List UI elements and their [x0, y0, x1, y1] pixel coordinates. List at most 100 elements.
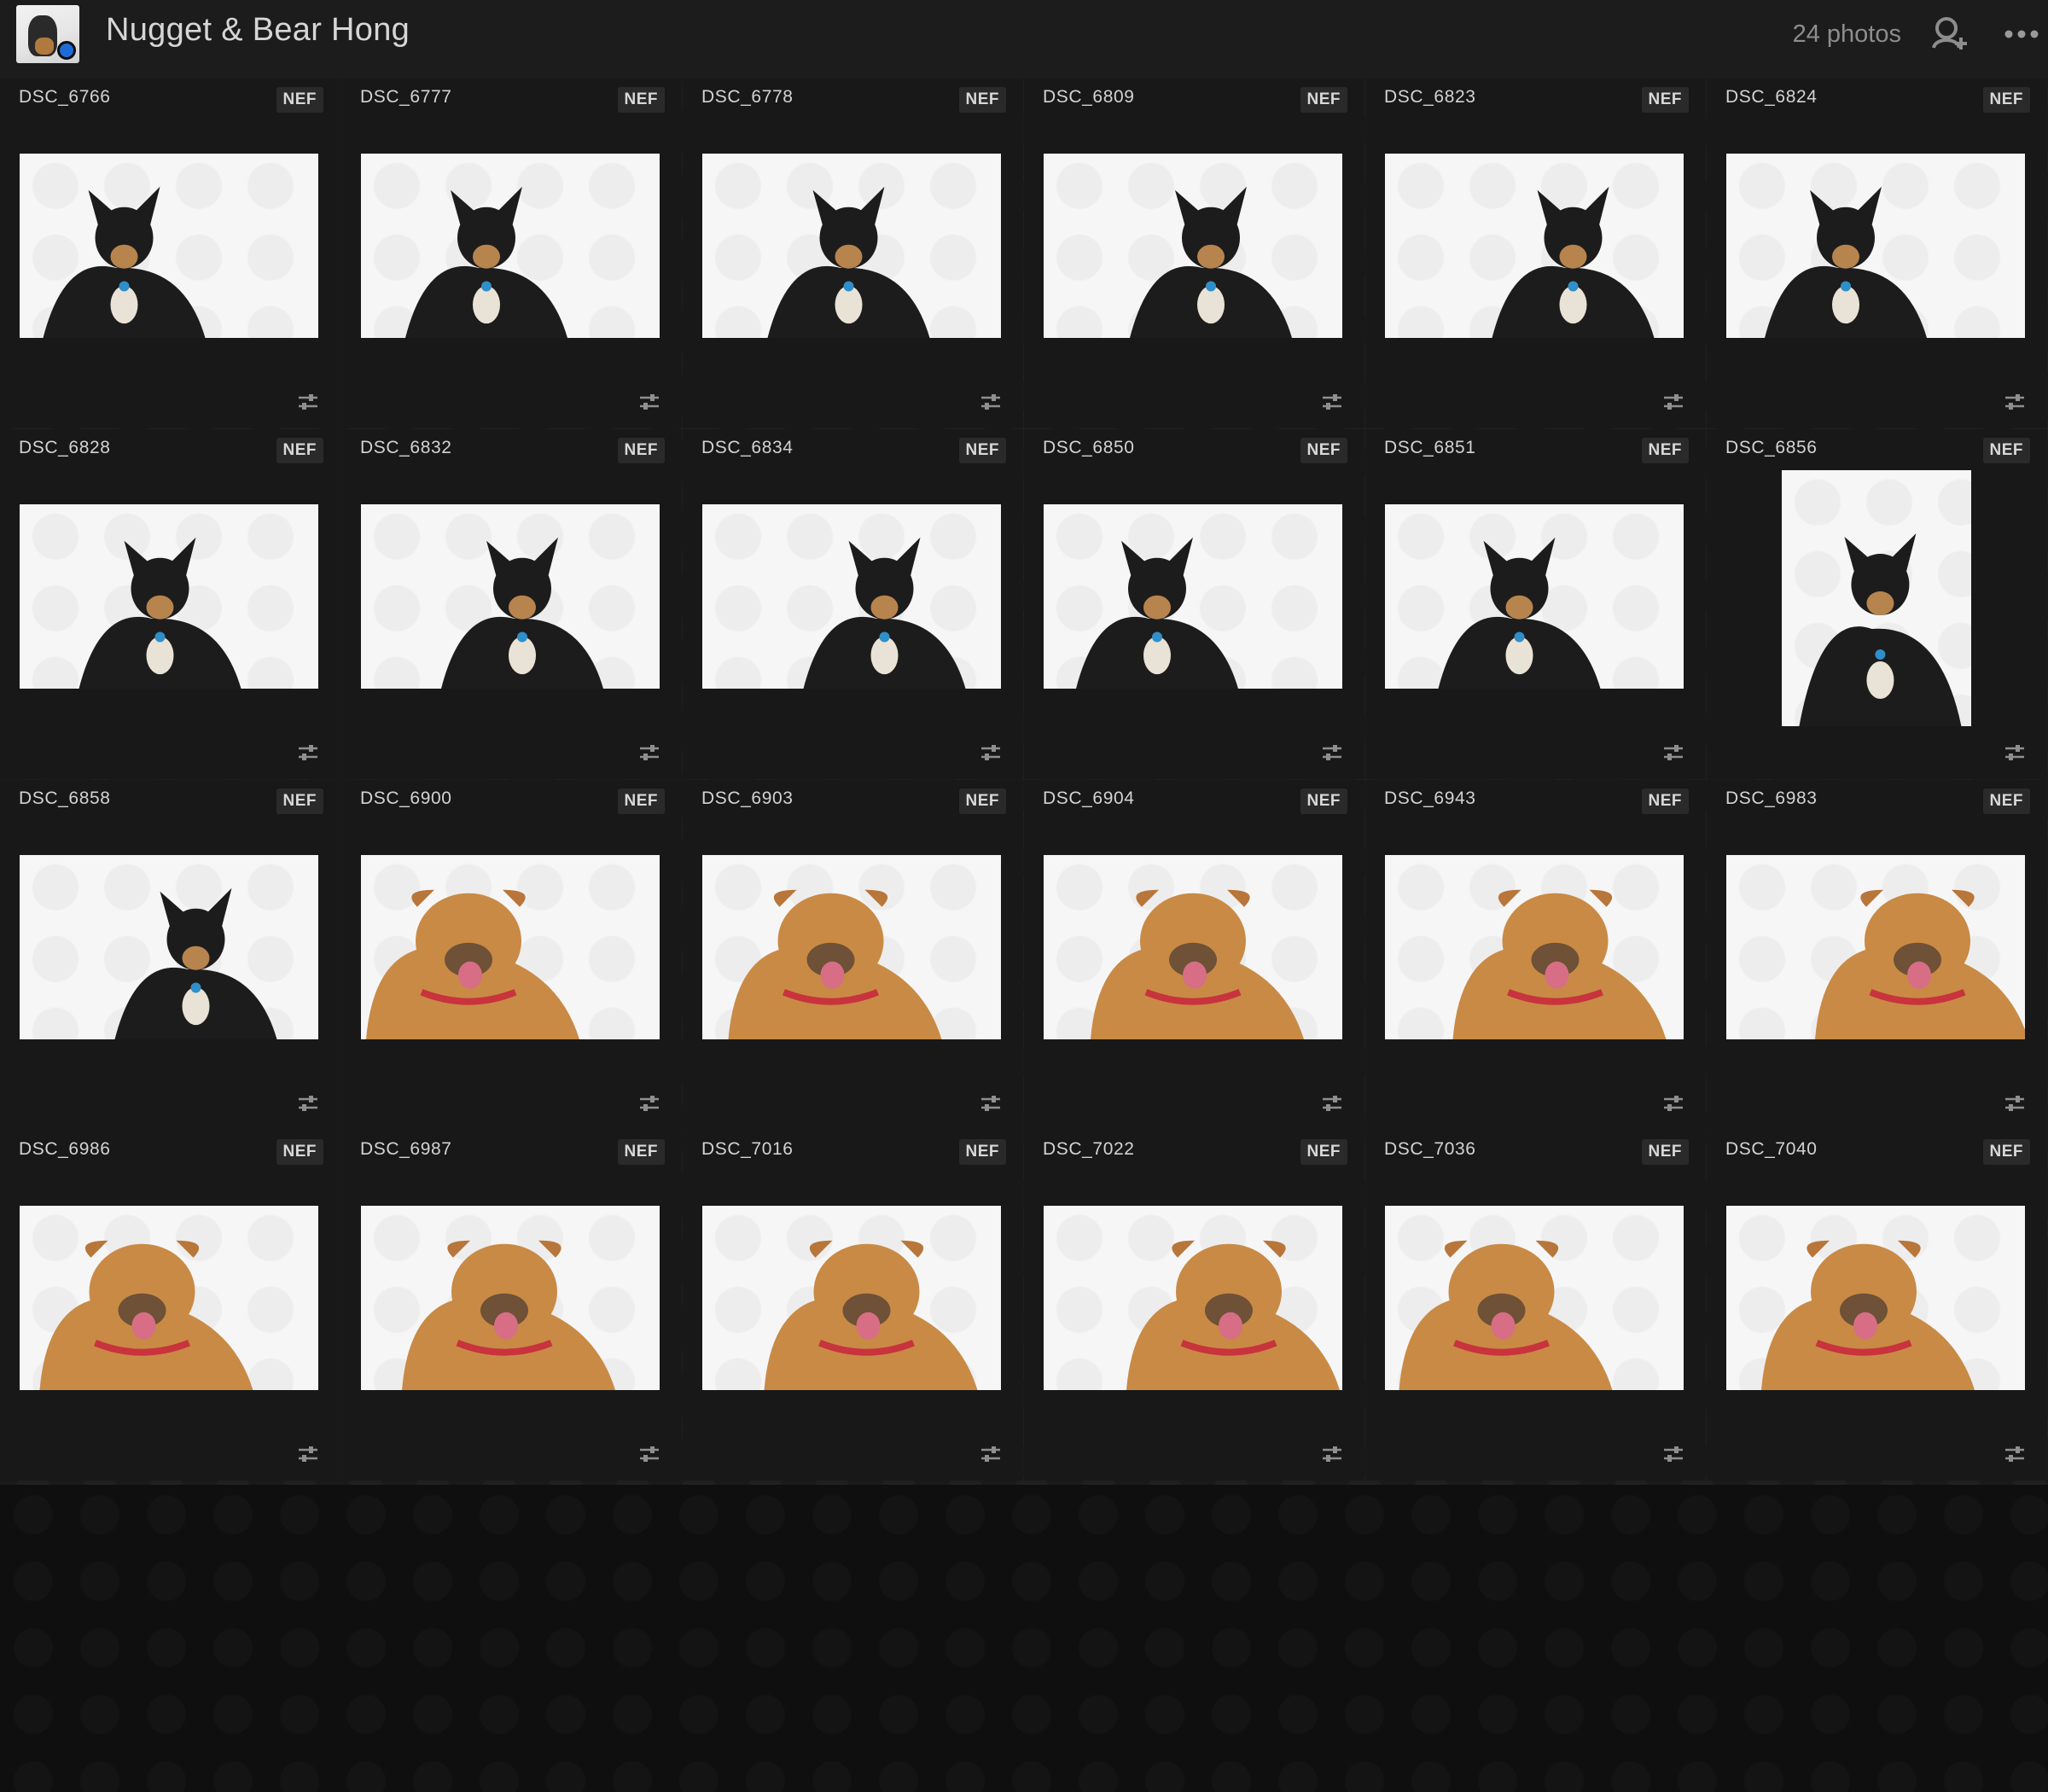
photo-filename: DSC_6900: [360, 788, 452, 808]
shared-badge-icon: [57, 41, 76, 60]
photo-thumbnail[interactable]: [702, 154, 1001, 338]
edit-sliders-icon[interactable]: [980, 393, 1002, 411]
photo-filename: DSC_6943: [1384, 788, 1476, 808]
edit-sliders-icon[interactable]: [1321, 1445, 1343, 1463]
photo-tile[interactable]: DSC_6778 NEF: [683, 79, 1023, 428]
file-type-badge: NEF: [1300, 87, 1347, 113]
photo-filename: DSC_7016: [701, 1139, 794, 1159]
photo-thumbnail[interactable]: [20, 855, 318, 1039]
photo-filename: DSC_6778: [701, 87, 794, 107]
edit-sliders-icon[interactable]: [638, 1094, 660, 1113]
edit-sliders-icon[interactable]: [1662, 1094, 1684, 1113]
edit-sliders-icon[interactable]: [980, 1094, 1002, 1113]
edit-sliders-icon[interactable]: [1321, 393, 1343, 411]
edit-sliders-icon[interactable]: [1321, 1094, 1343, 1113]
photo-thumbnail[interactable]: [361, 154, 660, 338]
photo-tile[interactable]: DSC_6983 NEF: [1707, 780, 2047, 1130]
photo-tile[interactable]: DSC_6900 NEF: [341, 780, 682, 1130]
photo-thumbnail[interactable]: [361, 504, 660, 689]
edit-sliders-icon[interactable]: [638, 743, 660, 762]
photo-tile[interactable]: DSC_6809 NEF: [1024, 79, 1364, 428]
photo-thumbnail[interactable]: [1385, 154, 1684, 338]
photo-tile[interactable]: DSC_6903 NEF: [683, 780, 1023, 1130]
photo-tile[interactable]: DSC_7036 NEF: [1365, 1131, 1706, 1481]
photo-tile[interactable]: DSC_6828 NEF: [0, 429, 340, 779]
photo-filename: DSC_6828: [19, 438, 111, 457]
album-cover-thumbnail[interactable]: [16, 5, 79, 63]
photo-thumbnail[interactable]: [20, 504, 318, 689]
photo-tile[interactable]: DSC_6858 NEF: [0, 780, 340, 1130]
edit-sliders-icon[interactable]: [2004, 1094, 2026, 1113]
photo-tile[interactable]: DSC_6766 NEF: [0, 79, 340, 428]
file-type-badge: NEF: [1641, 438, 1689, 463]
photo-tile[interactable]: DSC_6987 NEF: [341, 1131, 682, 1481]
edit-sliders-icon[interactable]: [1321, 743, 1343, 762]
album-title[interactable]: Nugget & Bear Hong: [106, 12, 410, 49]
file-type-badge: NEF: [276, 788, 323, 814]
file-type-badge: NEF: [1641, 1139, 1689, 1165]
photo-thumbnail[interactable]: [702, 504, 1001, 689]
photo-tile[interactable]: DSC_6832 NEF: [341, 429, 682, 779]
edit-sliders-icon[interactable]: [1662, 743, 1684, 762]
photo-filename: DSC_6850: [1043, 438, 1135, 457]
photo-tile[interactable]: DSC_6986 NEF: [0, 1131, 340, 1481]
photo-thumbnail[interactable]: [1385, 1206, 1684, 1390]
photo-tile[interactable]: DSC_6777 NEF: [341, 79, 682, 428]
file-type-badge: NEF: [617, 1139, 665, 1165]
photo-tile[interactable]: DSC_6856 NEF: [1707, 429, 2047, 779]
edit-sliders-icon[interactable]: [297, 393, 319, 411]
photo-tile[interactable]: DSC_6834 NEF: [683, 429, 1023, 779]
edit-sliders-icon[interactable]: [2004, 1445, 2026, 1463]
photo-tile[interactable]: DSC_6823 NEF: [1365, 79, 1706, 428]
photo-filename: DSC_6823: [1384, 87, 1476, 107]
photo-thumbnail[interactable]: [1385, 504, 1684, 689]
photo-thumbnail[interactable]: [1782, 470, 1971, 726]
photo-tile[interactable]: DSC_6850 NEF: [1024, 429, 1364, 779]
photo-thumbnail[interactable]: [1726, 1206, 2025, 1390]
photo-thumbnail[interactable]: [1044, 504, 1342, 689]
edit-sliders-icon[interactable]: [1662, 393, 1684, 411]
photo-filename: DSC_6777: [360, 87, 452, 107]
edit-sliders-icon[interactable]: [297, 1445, 319, 1463]
edit-sliders-icon[interactable]: [2004, 743, 2026, 762]
photo-thumbnail[interactable]: [1044, 154, 1342, 338]
file-type-badge: NEF: [617, 87, 665, 113]
photo-thumbnail[interactable]: [1044, 1206, 1342, 1390]
edit-sliders-icon[interactable]: [980, 1445, 1002, 1463]
photo-thumbnail[interactable]: [1385, 855, 1684, 1039]
photo-filename: DSC_6851: [1384, 438, 1476, 457]
photo-thumbnail[interactable]: [702, 855, 1001, 1039]
photo-thumbnail[interactable]: [1726, 154, 2025, 338]
photo-thumbnail[interactable]: [20, 154, 318, 338]
edit-sliders-icon[interactable]: [297, 1094, 319, 1113]
edit-sliders-icon[interactable]: [980, 743, 1002, 762]
photo-filename: DSC_6983: [1725, 788, 1818, 808]
photo-filename: DSC_6904: [1043, 788, 1135, 808]
photo-thumbnail[interactable]: [361, 855, 660, 1039]
photo-tile[interactable]: DSC_7016 NEF: [683, 1131, 1023, 1481]
photo-filename: DSC_7040: [1725, 1139, 1818, 1159]
photo-count: 24 photos: [1792, 20, 1901, 48]
album-page: Nugget & Bear Hong 24 photos DSC_6766 NEF…: [0, 0, 2048, 1792]
file-type-badge: NEF: [276, 87, 323, 113]
more-icon[interactable]: [2002, 19, 2041, 49]
edit-sliders-icon[interactable]: [1662, 1445, 1684, 1463]
photo-thumbnail[interactable]: [20, 1206, 318, 1390]
photo-tile[interactable]: DSC_6904 NEF: [1024, 780, 1364, 1130]
photo-thumbnail[interactable]: [1726, 855, 2025, 1039]
edit-sliders-icon[interactable]: [297, 743, 319, 762]
file-type-badge: NEF: [958, 788, 1006, 814]
edit-sliders-icon[interactable]: [2004, 393, 2026, 411]
photo-filename: DSC_6766: [19, 87, 111, 107]
photo-tile[interactable]: DSC_7040 NEF: [1707, 1131, 2047, 1481]
photo-thumbnail[interactable]: [361, 1206, 660, 1390]
photo-tile[interactable]: DSC_6943 NEF: [1365, 780, 1706, 1130]
add-person-icon[interactable]: [1930, 15, 1969, 53]
photo-thumbnail[interactable]: [702, 1206, 1001, 1390]
photo-tile[interactable]: DSC_7022 NEF: [1024, 1131, 1364, 1481]
photo-tile[interactable]: DSC_6824 NEF: [1707, 79, 2047, 428]
photo-tile[interactable]: DSC_6851 NEF: [1365, 429, 1706, 779]
photo-thumbnail[interactable]: [1044, 855, 1342, 1039]
edit-sliders-icon[interactable]: [638, 393, 660, 411]
edit-sliders-icon[interactable]: [638, 1445, 660, 1463]
